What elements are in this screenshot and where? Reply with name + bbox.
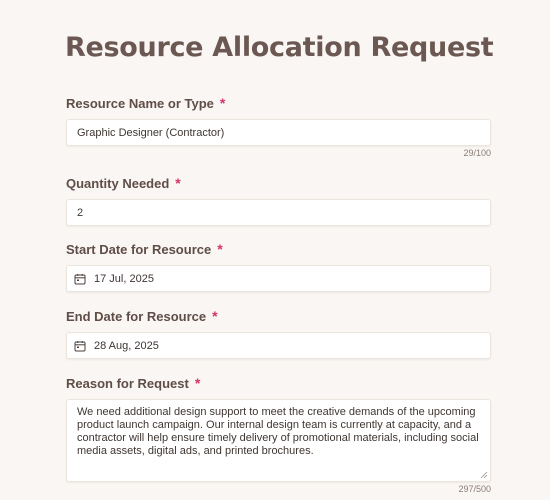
quantity-input[interactable]: 2 [66, 199, 491, 226]
quantity-field: Quantity Needed * 2 [66, 175, 491, 226]
reason-textarea[interactable]: We need additional design support to mee… [66, 399, 491, 482]
resource-name-field: Resource Name or Type * Graphic Designer… [66, 95, 491, 158]
resource-name-label-row: Resource Name or Type * [66, 95, 491, 111]
reason-label: Reason for Request [66, 375, 189, 391]
calendar-icon [74, 340, 86, 351]
start-date-picker[interactable]: 17 Jul, 2025 [66, 265, 491, 292]
resource-name-char-counter: 29/100 [463, 148, 491, 158]
required-asterisk: * [212, 308, 218, 324]
reason-label-row: Reason for Request * [66, 375, 491, 391]
reason-value: We need additional design support to mee… [77, 406, 482, 457]
required-asterisk: * [175, 175, 181, 191]
page-title: Resource Allocation Request [65, 32, 494, 63]
form-page: Resource Allocation Request Resource Nam… [0, 0, 550, 500]
quantity-value: 2 [77, 206, 84, 219]
resource-name-label: Resource Name or Type [66, 95, 214, 111]
calendar-icon [74, 273, 86, 284]
start-date-field: Start Date for Resource * 17 Jul, 2025 [66, 241, 491, 292]
end-date-picker[interactable]: 28 Aug, 2025 [66, 332, 491, 359]
required-asterisk: * [217, 241, 223, 257]
end-date-field: End Date for Resource * 28 Aug, 2025 [66, 308, 491, 359]
reason-char-counter: 297/500 [458, 484, 491, 494]
resource-name-value: Graphic Designer (Contractor) [77, 126, 225, 139]
start-date-value: 17 Jul, 2025 [94, 272, 154, 285]
reason-field: Reason for Request * We need additional … [66, 375, 491, 494]
quantity-label-row: Quantity Needed * [66, 175, 491, 191]
quantity-label: Quantity Needed [66, 175, 170, 191]
resize-handle-icon[interactable] [480, 471, 488, 479]
resource-name-input[interactable]: Graphic Designer (Contractor) [66, 119, 491, 146]
end-date-label-row: End Date for Resource * [66, 308, 491, 324]
end-date-value: 28 Aug, 2025 [94, 339, 159, 352]
start-date-label-row: Start Date for Resource * [66, 241, 491, 257]
required-asterisk: * [194, 375, 201, 391]
start-date-label: Start Date for Resource [66, 241, 212, 257]
required-asterisk: * [219, 95, 226, 111]
end-date-label: End Date for Resource [66, 308, 207, 324]
